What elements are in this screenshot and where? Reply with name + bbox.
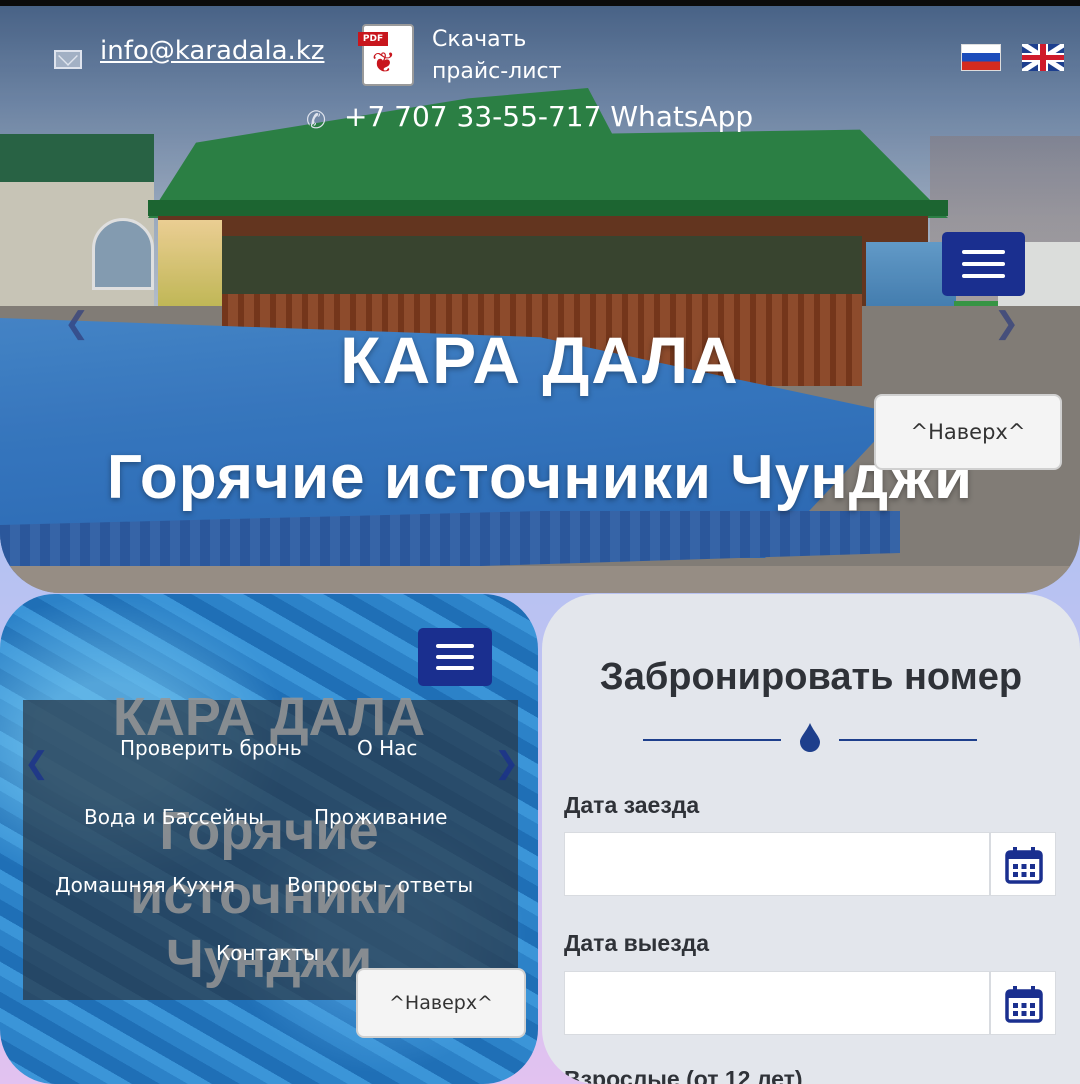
- nav-item-check-booking[interactable]: Проверить бронь: [120, 736, 302, 760]
- menu-button[interactable]: [942, 232, 1025, 296]
- nav-item-accommodation[interactable]: Проживание: [314, 805, 447, 829]
- calendar-icon: [1005, 847, 1043, 884]
- nav-item-about[interactable]: О Нас: [357, 736, 417, 760]
- checkin-label: Дата заезда: [564, 792, 700, 818]
- checkout-calendar-button[interactable]: [990, 971, 1056, 1035]
- ghost-subtitle-1: Горячие: [159, 801, 379, 861]
- booking-panel: Забронировать номер Дата заезда Дата вые…: [542, 594, 1080, 1084]
- menu-button-mobile[interactable]: [418, 628, 492, 686]
- email-link[interactable]: info@karadala.kz: [100, 36, 324, 66]
- chevron-left-icon[interactable]: ❮: [24, 746, 49, 781]
- price-list-link[interactable]: Скачать прайс-лист: [432, 24, 561, 88]
- acrobat-icon: ❦: [372, 46, 396, 79]
- price-list-line1: Скачать: [432, 27, 527, 52]
- nav-panel: КАРА ДАЛА Горячие источники Чунджи ❮ ❯ П…: [0, 594, 538, 1084]
- divider-line-left: [643, 739, 781, 741]
- checkout-date-input[interactable]: [564, 971, 990, 1035]
- hamburger-icon: [962, 250, 1005, 254]
- calendar-icon: [1005, 986, 1043, 1023]
- checkin-date-input[interactable]: [564, 832, 990, 896]
- flag-uk-icon[interactable]: [1022, 44, 1064, 71]
- hero-title: КАРА ДАЛА: [340, 323, 740, 397]
- nav-item-kitchen[interactable]: Домашняя Кухня: [55, 873, 235, 897]
- phone-icon: ✆: [306, 106, 327, 134]
- hamburger-icon: [436, 644, 474, 648]
- pdf-tag: PDF: [358, 32, 388, 46]
- mail-icon: [54, 50, 82, 69]
- back-to-top-button-mobile[interactable]: ^Наверх^: [356, 968, 526, 1038]
- hero-section: info@karadala.kz PDF ❦ Скачать прайс-лис…: [0, 6, 1080, 593]
- chevron-right-icon[interactable]: ❯: [494, 746, 519, 781]
- hamburger-bar: [436, 666, 474, 670]
- nav-item-contacts[interactable]: Контакты: [216, 941, 319, 965]
- nav-item-faq[interactable]: Вопросы - ответы: [287, 873, 473, 897]
- hamburger-bar: [962, 274, 1005, 278]
- hamburger-bar: [962, 262, 1005, 266]
- phone-link[interactable]: +7 707 33-55-717 WhatsApp: [344, 100, 753, 133]
- flag-ru-icon[interactable]: [961, 44, 1001, 71]
- checkout-label: Дата выезда: [564, 930, 710, 956]
- water-drop-icon: [800, 723, 820, 752]
- adults-label: Взрослые (от 12 лет): [564, 1066, 803, 1084]
- back-to-top-button[interactable]: ^Наверх^: [874, 394, 1062, 470]
- checkin-calendar-button[interactable]: [990, 832, 1056, 896]
- pdf-icon[interactable]: PDF ❦: [358, 24, 414, 86]
- price-list-line2: прайс-лист: [432, 59, 562, 84]
- booking-title: Забронировать номер: [599, 656, 1023, 698]
- hamburger-bar: [436, 655, 474, 659]
- nav-item-water-pools[interactable]: Вода и Бассейны: [84, 805, 264, 829]
- divider-line-right: [839, 739, 977, 741]
